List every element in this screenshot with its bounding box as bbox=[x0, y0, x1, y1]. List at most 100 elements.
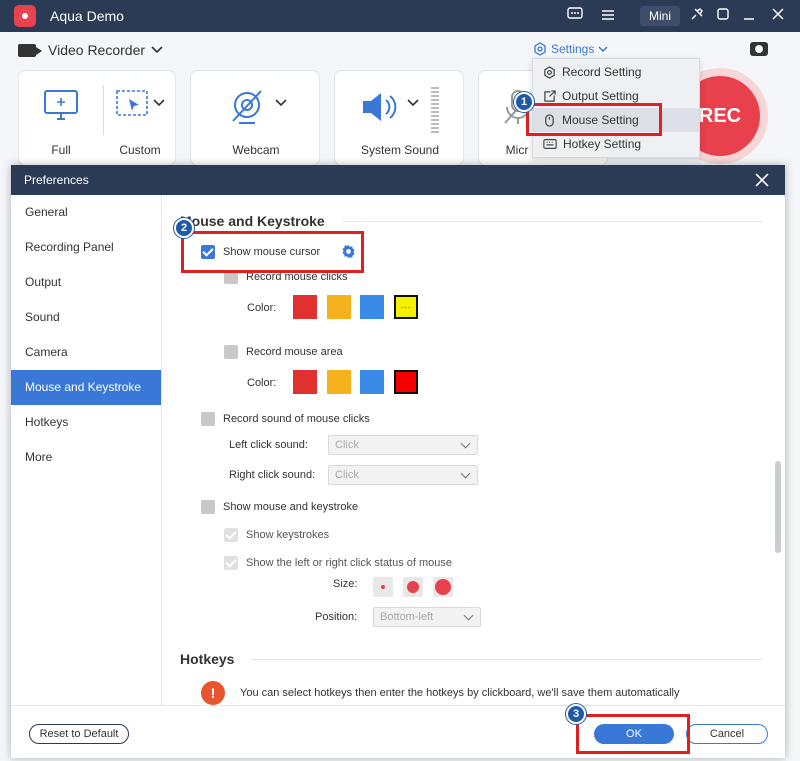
section-divider bbox=[251, 659, 763, 660]
area-color-label: Color: bbox=[247, 377, 277, 389]
menu-item-record-setting[interactable]: Record Setting bbox=[533, 60, 699, 84]
area-color-yellow-swatch[interactable] bbox=[327, 370, 351, 394]
close-icon[interactable] bbox=[755, 173, 769, 187]
dialog-header: Preferences bbox=[11, 165, 785, 195]
nav-item-sound[interactable]: Sound bbox=[11, 300, 161, 335]
video-recorder-selector[interactable]: Video Recorder bbox=[18, 42, 163, 58]
preferences-sidebar: General Recording Panel Output Sound Cam… bbox=[11, 195, 162, 705]
right-click-sound-label: Right click sound: bbox=[229, 469, 316, 481]
section-divider bbox=[343, 221, 763, 222]
restore-icon[interactable] bbox=[739, 6, 759, 26]
show-mouse-keystroke-checkbox[interactable] bbox=[201, 500, 215, 514]
nav-item-camera[interactable]: Camera bbox=[11, 335, 161, 370]
chevron-down-icon[interactable] bbox=[407, 99, 419, 107]
scrollbar-thumb[interactable] bbox=[775, 461, 781, 553]
chevron-down-icon bbox=[598, 45, 608, 52]
app-title: Aqua Demo bbox=[50, 8, 124, 24]
step-badge-3: 3 bbox=[566, 704, 586, 724]
app-titlebar: Aqua Demo Mini bbox=[0, 0, 800, 32]
nav-item-general[interactable]: General bbox=[11, 195, 161, 230]
step-badge-2: 2 bbox=[174, 218, 194, 238]
cancel-button[interactable]: Cancel bbox=[686, 724, 768, 744]
settings-button[interactable]: Settings bbox=[533, 42, 608, 56]
reset-default-button[interactable]: Reset to Default bbox=[29, 724, 129, 744]
show-click-status-label: Show the left or right click status of m… bbox=[246, 557, 453, 569]
chevron-down-icon[interactable] bbox=[275, 99, 287, 107]
step-badge-1: 1 bbox=[514, 92, 534, 112]
size-large-button[interactable] bbox=[433, 577, 453, 597]
highlight-box-mouse-setting bbox=[526, 103, 662, 136]
full-screen-icon bbox=[44, 90, 78, 120]
record-sound-label: Record sound of mouse clicks bbox=[223, 413, 370, 425]
warning-icon: ! bbox=[201, 681, 225, 705]
source-full-label: Full bbox=[51, 143, 71, 157]
settings-label: Settings bbox=[551, 42, 595, 56]
chevron-down-icon bbox=[463, 610, 474, 621]
record-area-label: Record mouse area bbox=[246, 346, 343, 358]
highlight-box-ok bbox=[576, 714, 690, 754]
export-icon bbox=[544, 89, 556, 102]
record-area-checkbox[interactable] bbox=[224, 345, 238, 359]
preferences-dialog: Preferences General Recording Panel Outp… bbox=[11, 165, 785, 758]
area-color-blue-swatch[interactable] bbox=[360, 370, 384, 394]
show-mouse-keystroke-label: Show mouse and keystroke bbox=[223, 501, 359, 513]
right-click-sound-value: Click bbox=[335, 469, 359, 481]
show-keystrokes-label: Show keystrokes bbox=[246, 529, 330, 541]
position-label: Position: bbox=[315, 611, 358, 623]
screenshot-camera-icon[interactable] bbox=[750, 42, 768, 56]
close-app-icon[interactable] bbox=[768, 6, 788, 26]
show-click-status-checkbox[interactable] bbox=[224, 556, 238, 570]
size-label: Size: bbox=[333, 578, 358, 590]
position-value: Bottom-left bbox=[380, 611, 434, 623]
app-logo-icon bbox=[14, 5, 36, 27]
hotkeys-notice: You can select hotkeys then enter the ho… bbox=[240, 687, 680, 699]
minimize-icon[interactable] bbox=[713, 6, 733, 26]
chevron-down-icon[interactable] bbox=[153, 99, 165, 107]
source-custom-label: Custom bbox=[119, 143, 161, 157]
right-click-sound-select[interactable]: Click bbox=[328, 465, 478, 485]
source-card-full-custom[interactable]: Full Custom bbox=[18, 70, 176, 166]
keyboard-icon bbox=[543, 139, 557, 149]
menu-icon[interactable] bbox=[598, 6, 618, 26]
size-small-button[interactable] bbox=[373, 577, 393, 597]
left-click-sound-select[interactable]: Click bbox=[328, 435, 478, 455]
volume-meter bbox=[431, 87, 439, 133]
chevron-down-icon bbox=[151, 46, 163, 54]
menu-item-label: Output Setting bbox=[562, 89, 639, 103]
mini-button[interactable]: Mini bbox=[640, 6, 680, 26]
video-recorder-label: Video Recorder bbox=[48, 42, 146, 58]
size-medium-button[interactable] bbox=[403, 577, 423, 597]
source-system-sound-label: System Sound bbox=[360, 143, 440, 157]
click-color-yellow-swatch[interactable] bbox=[327, 295, 351, 319]
area-color-red-swatch[interactable] bbox=[293, 370, 317, 394]
pin-icon[interactable] bbox=[687, 6, 707, 26]
nav-item-output[interactable]: Output bbox=[11, 265, 161, 300]
speaker-icon bbox=[363, 93, 397, 121]
left-click-sound-label: Left click sound: bbox=[229, 439, 308, 451]
video-camera-icon bbox=[18, 43, 42, 57]
click-color-blue-swatch[interactable] bbox=[360, 295, 384, 319]
chevron-down-icon bbox=[460, 438, 471, 449]
nav-item-more[interactable]: More bbox=[11, 440, 161, 475]
nav-item-mouse-keystroke[interactable]: Mouse and Keystroke bbox=[11, 370, 161, 405]
nav-item-hotkeys[interactable]: Hotkeys bbox=[11, 405, 161, 440]
nav-item-recording-panel[interactable]: Recording Panel bbox=[11, 230, 161, 265]
custom-region-icon bbox=[116, 90, 148, 116]
area-color-custom-swatch[interactable]: ... bbox=[394, 370, 418, 394]
position-select[interactable]: Bottom-left bbox=[373, 607, 481, 627]
webcam-off-icon bbox=[232, 90, 262, 124]
left-click-sound-value: Click bbox=[335, 439, 359, 451]
chat-icon[interactable] bbox=[565, 6, 585, 26]
click-color-red-swatch[interactable] bbox=[293, 295, 317, 319]
section-title-hotkeys: Hotkeys bbox=[180, 651, 235, 667]
menu-item-label: Hotkey Setting bbox=[563, 137, 642, 151]
settings-gear-icon bbox=[534, 42, 546, 56]
source-webcam-label: Webcam bbox=[232, 143, 280, 157]
show-keystrokes-checkbox[interactable] bbox=[224, 528, 238, 542]
gear-icon bbox=[544, 65, 555, 79]
click-color-custom-swatch[interactable]: ... bbox=[394, 295, 418, 319]
menu-item-label: Record Setting bbox=[562, 65, 642, 79]
source-card-system-sound[interactable]: System Sound bbox=[334, 70, 464, 166]
source-card-webcam[interactable]: Webcam bbox=[190, 70, 320, 166]
record-sound-checkbox[interactable] bbox=[201, 412, 215, 426]
